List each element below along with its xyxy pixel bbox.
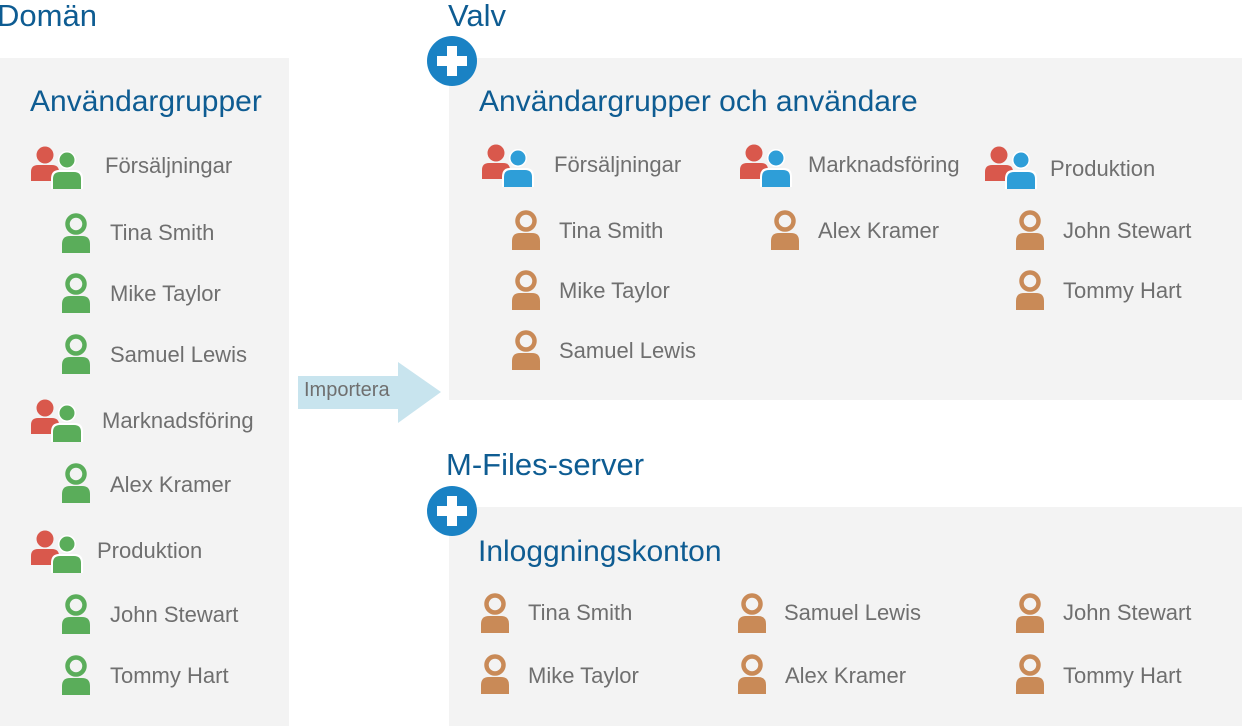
user-icon — [1015, 210, 1045, 250]
user-icon — [61, 213, 91, 253]
user-icon — [770, 210, 800, 250]
group-icon — [30, 529, 84, 573]
group-icon — [30, 145, 84, 189]
group-icon — [984, 145, 1038, 189]
user-icon — [61, 594, 91, 634]
vault-user-label: Samuel Lewis — [559, 338, 696, 363]
user-icon — [737, 654, 767, 694]
account-label: Alex Kramer — [785, 663, 907, 688]
user-icon — [511, 270, 541, 310]
user-icon — [511, 330, 541, 370]
account-label: Mike Taylor — [528, 663, 639, 688]
account-label: Tommy Hart — [1063, 663, 1182, 688]
user-icon — [61, 273, 91, 313]
user-icon — [480, 593, 510, 633]
user-icon — [61, 463, 91, 503]
account-label: Tina Smith — [528, 600, 633, 625]
user-icon — [1015, 593, 1045, 633]
domain-user-label: John Stewart — [110, 602, 239, 627]
vault-group-label: Marknadsföring — [808, 152, 960, 177]
vault-group-label: Produktion — [1050, 156, 1156, 181]
vault-user-label: Mike Taylor — [559, 278, 670, 303]
user-icon — [511, 210, 541, 250]
domain-user-label: Alex Kramer — [110, 472, 232, 497]
group-icon — [30, 398, 84, 442]
vault-group-label: Försäljningar — [554, 152, 682, 177]
plus-circle-icon — [427, 486, 477, 536]
plus-circle-icon — [427, 36, 477, 86]
server-title: Inloggningskonton — [478, 535, 722, 568]
vault-user-label: Tommy Hart — [1063, 278, 1182, 303]
domain-user-label: Tina Smith — [110, 220, 215, 245]
user-icon — [737, 593, 767, 633]
domain-user-label: Tommy Hart — [110, 663, 229, 688]
user-icon — [61, 334, 91, 374]
user-icon — [1015, 654, 1045, 694]
vault-heading: Valv — [448, 0, 507, 33]
vault-user-label: Tina Smith — [559, 218, 664, 243]
import-label: Importera — [304, 379, 390, 401]
vault-title: Användargrupper och användare — [479, 85, 918, 118]
domain-user-label: Mike Taylor — [110, 281, 221, 306]
domain-user-label: Samuel Lewis — [110, 342, 247, 367]
domain-heading: Domän — [0, 0, 97, 33]
group-icon — [481, 143, 535, 187]
server-heading: M-Files-server — [446, 447, 645, 482]
vault-user-label: Alex Kramer — [818, 218, 940, 243]
user-icon — [480, 654, 510, 694]
vault-user-label: John Stewart — [1063, 218, 1192, 243]
group-icon — [739, 143, 793, 187]
domain-group-label: Försäljningar — [105, 153, 233, 178]
account-label: John Stewart — [1063, 600, 1192, 625]
domain-title: Användargrupper — [30, 85, 262, 118]
domain-group-label: Marknadsföring — [102, 408, 254, 433]
user-icon — [1015, 270, 1045, 310]
user-icon — [61, 655, 91, 695]
account-label: Samuel Lewis — [784, 600, 921, 625]
domain-group-label: Produktion — [97, 538, 203, 563]
